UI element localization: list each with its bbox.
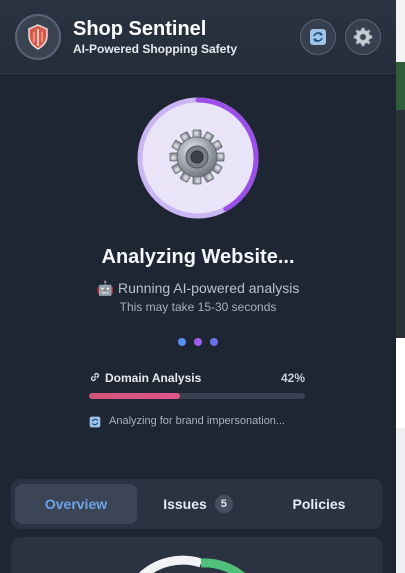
app-logo xyxy=(15,14,61,60)
loading-dots xyxy=(178,338,218,346)
background-page-edge xyxy=(396,0,405,573)
tab-label: Issues xyxy=(163,496,207,512)
refresh-icon xyxy=(310,29,326,45)
settings-button[interactable] xyxy=(345,19,381,55)
tab-issues[interactable]: Issues 5 xyxy=(137,484,259,524)
step-label: Domain Analysis xyxy=(105,371,202,385)
app-title: Shop Sentinel xyxy=(73,18,207,40)
step-progress-bar xyxy=(89,393,305,399)
step-percent: 42% xyxy=(280,371,305,385)
loading-dot xyxy=(194,338,202,346)
refresh-icon xyxy=(89,416,101,428)
step-progress-fill xyxy=(89,393,180,399)
gear-icon xyxy=(353,27,373,47)
tab-overview[interactable]: Overview xyxy=(15,484,137,524)
analysis-title: Analyzing Website... xyxy=(101,246,295,268)
substep-text: Analyzing for brand impersonation... xyxy=(109,415,286,427)
issues-count-badge: 5 xyxy=(214,495,233,513)
overview-card xyxy=(11,537,383,573)
loading-dot xyxy=(210,338,218,346)
tab-label: Overview xyxy=(44,496,108,512)
tab-bar: Overview Issues 5 Policies xyxy=(11,479,383,529)
score-gauge xyxy=(138,555,246,573)
tab-policies[interactable]: Policies xyxy=(259,484,379,524)
app-subtitle: AI-Powered Shopping Safety xyxy=(73,42,238,56)
header: Shop Sentinel AI-Powered Shopping Safety xyxy=(0,0,396,74)
extension-panel: Shop Sentinel AI-Powered Shopping Safety xyxy=(0,0,396,573)
analysis-status: 🤖 Running AI-powered analysis xyxy=(96,280,300,296)
tab-label: Policies xyxy=(292,496,346,512)
link-icon xyxy=(90,372,100,382)
analysis-time-note: This may take 15-30 seconds xyxy=(119,300,277,314)
refresh-button[interactable] xyxy=(300,19,336,55)
shield-icon xyxy=(28,24,48,50)
loading-dot xyxy=(178,338,186,346)
substep: Analyzing for brand impersonation... xyxy=(89,414,329,430)
gear-icon xyxy=(169,129,225,185)
step-row: Domain Analysis 42% xyxy=(89,370,305,386)
